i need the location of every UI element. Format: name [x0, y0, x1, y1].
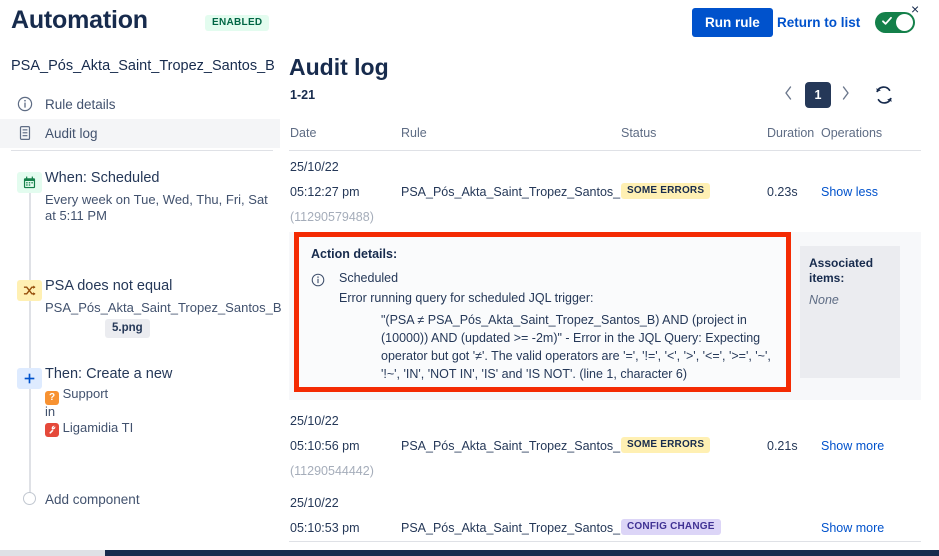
return-to-list-link[interactable]: Return to list	[777, 15, 860, 30]
info-circle-icon	[17, 96, 33, 112]
cell-date: 25/10/22	[290, 414, 339, 428]
sidebar-rule-name: PSA_Pós_Akta_Saint_Tropez_Santos_B	[11, 58, 273, 74]
action-details-heading: Action details:	[311, 247, 774, 261]
action-details-panel: Action details: Scheduled Error running …	[289, 232, 921, 400]
cell-date: 25/10/22	[290, 160, 339, 174]
cell-time: 05:10:53 pm	[290, 521, 360, 535]
associated-items-title: Associated items:	[809, 256, 891, 286]
cell-rule: PSA_Pós_Akta_Saint_Tropez_Santos_B	[401, 521, 628, 535]
pagination: 1	[784, 82, 921, 110]
check-icon	[881, 15, 893, 27]
result-count: 1-21	[290, 88, 315, 102]
detail-error-line: Error running query for scheduled JQL tr…	[339, 291, 594, 305]
close-icon[interactable]: ×	[911, 2, 919, 16]
plus-icon	[17, 368, 42, 389]
refresh-icon[interactable]	[874, 85, 894, 105]
column-header-rule: Rule	[401, 126, 427, 140]
status-badge: SOME ERRORS	[621, 437, 710, 453]
column-header-status: Status	[621, 126, 656, 140]
status-badge: ENABLED	[205, 15, 269, 31]
audit-log-panel: Audit log 1-21 1 Date Rule Status Dura	[289, 46, 921, 536]
table-row[interactable]: 25/10/22 05:12:27 pm (11290579488) PSA_P…	[289, 160, 921, 228]
horizontal-scrollbar-track[interactable]	[0, 550, 105, 556]
sidebar-item-audit-log[interactable]: Audit log	[0, 119, 280, 148]
add-component-label[interactable]: Add component	[45, 492, 140, 507]
table-row[interactable]: 25/10/22 05:10:53 pm PSA_Pós_Akta_Saint_…	[289, 496, 921, 536]
info-circle-icon	[311, 273, 325, 287]
page-title: Automation	[11, 6, 148, 35]
chain-connector	[29, 298, 31, 408]
chevron-right-icon[interactable]	[841, 85, 850, 101]
cell-time: 05:10:56 pm	[290, 439, 360, 453]
chevron-left-icon[interactable]	[784, 85, 793, 101]
sidebar-item-label: Audit log	[45, 126, 98, 141]
chain-connector	[29, 406, 31, 499]
component-title: PSA does not equal	[45, 278, 172, 294]
component-title: When: Scheduled	[45, 170, 159, 186]
cell-log-id: (11290544442)	[290, 464, 374, 478]
component-connector-word: in	[45, 404, 55, 419]
shuffle-icon	[17, 280, 42, 301]
table-row-divider	[289, 541, 921, 542]
show-more-link[interactable]: Show more	[821, 439, 884, 453]
document-list-icon	[17, 125, 33, 141]
audit-log-title: Audit log	[289, 54, 389, 81]
column-header-duration: Duration	[767, 126, 814, 140]
component-subtitle: Every week on Tue, Wed, Thu, Fri, Sat at…	[45, 192, 275, 224]
column-header-date: Date	[290, 126, 316, 140]
calendar-icon	[17, 172, 42, 193]
audit-log-table: Date Rule Status Duration Operations 25/…	[289, 126, 921, 152]
component-issue-type: ? Support	[45, 386, 108, 405]
detail-component-name: Scheduled	[339, 271, 398, 285]
associated-items-panel: Associated items: None	[800, 246, 900, 378]
cell-rule: PSA_Pós_Akta_Saint_Tropez_Santos_B	[401, 439, 628, 453]
cell-duration: 0.21s	[767, 439, 798, 453]
show-more-link[interactable]: Show more	[821, 521, 884, 535]
add-component-dot-icon	[23, 492, 36, 505]
sidebar: PSA_Pós_Akta_Saint_Tropez_Santos_B Rule …	[0, 46, 280, 536]
table-row[interactable]: 25/10/22 05:10:56 pm (11290544442) PSA_P…	[289, 414, 921, 478]
horizontal-scrollbar-thumb[interactable]	[105, 550, 939, 556]
page-number-1[interactable]: 1	[805, 82, 831, 108]
support-issue-type-icon: ?	[45, 391, 59, 405]
cell-date: 25/10/22	[290, 496, 339, 510]
file-chip-badge: 5.png	[105, 319, 150, 338]
page-header: Automation ENABLED Run rule Return to li…	[0, 0, 939, 46]
component-subtitle: PSA_Pós_Akta_Saint_Tropez_Santos_B	[45, 300, 275, 316]
table-header-rule-line	[289, 150, 921, 151]
sidebar-item-rule-details[interactable]: Rule details	[0, 90, 280, 119]
component-project: Ligamidia TI	[45, 420, 133, 437]
highlight-box: Action details: Scheduled Error running …	[294, 232, 791, 392]
detail-query-text: "(PSA ≠ PSA_Pós_Akta_Saint_Tropez_Santos…	[381, 311, 781, 383]
cell-time: 05:12:27 pm	[290, 185, 360, 199]
action-details-content: Action details: Scheduled Error running …	[299, 237, 786, 387]
sidebar-divider	[11, 150, 273, 151]
automation-audit-log-page: Automation ENABLED Run rule Return to li…	[0, 0, 939, 556]
cell-log-id: (11290579488)	[290, 210, 374, 224]
status-badge: CONFIG CHANGE	[621, 519, 721, 535]
project-label: Ligamidia TI	[63, 420, 134, 435]
associated-items-value: None	[809, 293, 891, 307]
status-badge: SOME ERRORS	[621, 183, 710, 199]
show-less-link[interactable]: Show less	[821, 185, 878, 199]
sidebar-item-label: Rule details	[45, 97, 116, 112]
cell-rule: PSA_Pós_Akta_Saint_Tropez_Santos_B	[401, 185, 628, 199]
wrench-project-icon	[45, 423, 59, 437]
table-header-row: Date Rule Status Duration Operations	[289, 126, 921, 152]
column-header-operations: Operations	[821, 126, 882, 140]
run-rule-button[interactable]: Run rule	[692, 8, 773, 37]
issue-type-label: Support	[63, 386, 109, 401]
cell-duration: 0.23s	[767, 185, 798, 199]
component-title: Then: Create a new	[45, 366, 172, 382]
